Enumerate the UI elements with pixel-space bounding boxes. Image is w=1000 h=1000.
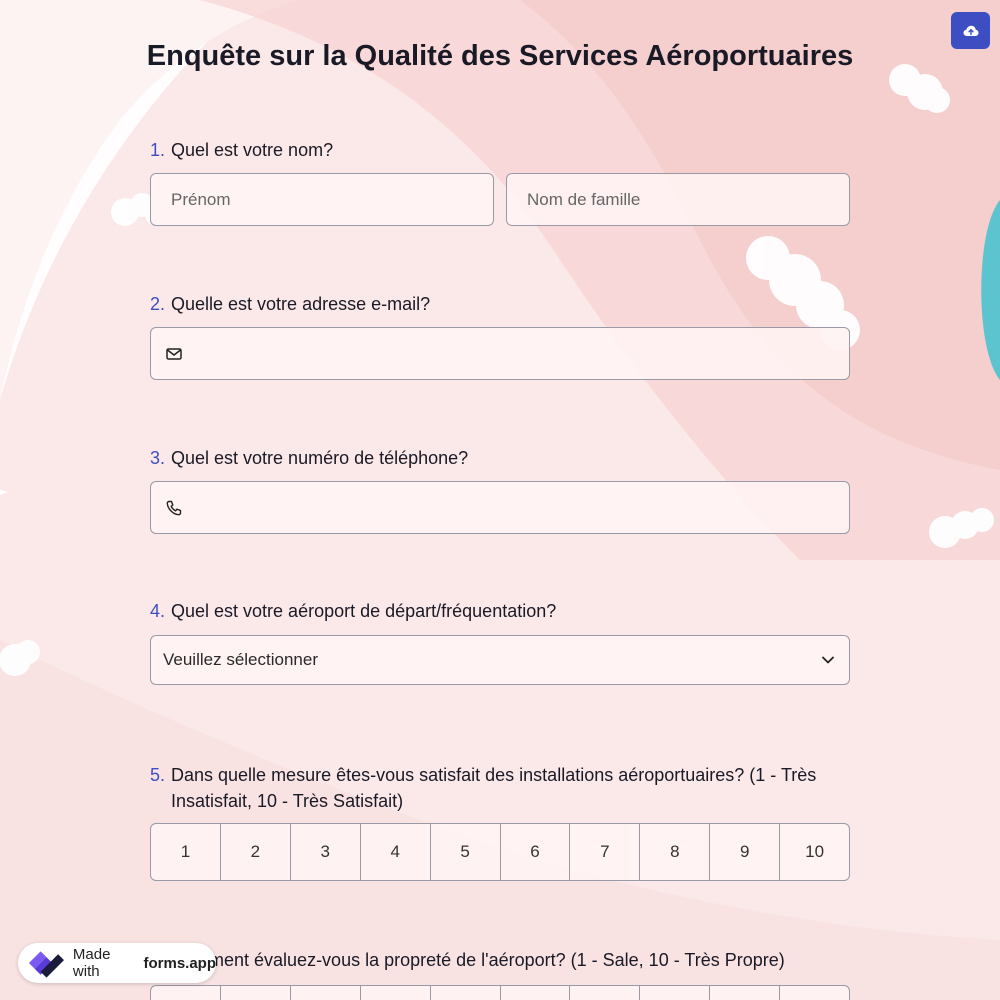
question-number: 3. xyxy=(150,448,166,468)
question-3: 3. Quel est votre numéro de téléphone? xyxy=(150,445,850,471)
airport-select[interactable]: Veuillez sélectionner xyxy=(150,635,850,685)
phone-icon xyxy=(166,500,182,516)
scale-option[interactable] xyxy=(291,986,361,1000)
scale-option[interactable]: 7 xyxy=(570,824,641,880)
email-field[interactable] xyxy=(150,327,850,380)
question-text: Quel est votre numéro de téléphone? xyxy=(171,448,469,468)
first-name-input[interactable] xyxy=(151,174,493,225)
scale-option[interactable]: 2 xyxy=(221,824,291,880)
scale-option[interactable] xyxy=(221,986,291,1000)
cleanliness-scale xyxy=(150,985,850,1000)
question-5-label: 5. Dans quelle mesure êtes-vous satisfai… xyxy=(150,762,850,814)
envelope-icon xyxy=(166,348,182,360)
question-text: Dans quelle mesure êtes-vous satisfait d… xyxy=(171,765,817,811)
select-value: Veuillez sélectionner xyxy=(163,650,318,669)
scale-option[interactable] xyxy=(361,986,431,1000)
scale-option[interactable]: 1 xyxy=(151,824,221,880)
scale-option[interactable]: 3 xyxy=(291,824,361,880)
phone-input[interactable] xyxy=(151,482,849,533)
question-text: Comment évaluez-vous la propreté de l'aé… xyxy=(171,950,785,970)
scale-option[interactable] xyxy=(780,986,849,1000)
question-3-label: 3. Quel est votre numéro de téléphone? xyxy=(150,445,850,471)
scale-option[interactable]: 8 xyxy=(640,824,711,880)
question-text: Quel est votre aéroport de départ/fréque… xyxy=(171,601,557,621)
last-name-input[interactable] xyxy=(507,174,849,225)
question-2: 2. Quelle est votre adresse e-mail? xyxy=(150,291,850,317)
cloud-upload-icon xyxy=(963,25,978,36)
satisfaction-scale: 1 2 3 4 5 6 7 8 9 10 xyxy=(150,823,850,881)
question-number: 1. xyxy=(150,140,166,160)
scale-option[interactable]: 5 xyxy=(431,824,501,880)
question-text: Quelle est votre adresse e-mail? xyxy=(171,294,431,314)
scale-option[interactable]: 10 xyxy=(780,824,849,880)
scale-option[interactable] xyxy=(640,986,711,1000)
question-6: 6. Comment évaluez-vous la propreté de l… xyxy=(150,947,850,973)
scale-option[interactable] xyxy=(501,986,571,1000)
scale-option[interactable] xyxy=(431,986,501,1000)
badge-prefix: Made with xyxy=(72,946,111,980)
upload-button[interactable] xyxy=(951,12,990,49)
scale-option[interactable]: 6 xyxy=(501,824,571,880)
question-1-label: 1. Quel est votre nom? xyxy=(150,137,850,163)
question-2-label: 2. Quelle est votre adresse e-mail? xyxy=(150,291,850,317)
question-4: 4. Quel est votre aéroport de départ/fré… xyxy=(150,598,850,624)
question-1: 1. Quel est votre nom? xyxy=(150,137,850,163)
question-5: 5. Dans quelle mesure êtes-vous satisfai… xyxy=(150,762,850,814)
first-name-field[interactable] xyxy=(150,173,494,226)
scale-option[interactable]: 4 xyxy=(361,824,431,880)
email-input[interactable] xyxy=(151,328,849,379)
scale-option[interactable] xyxy=(151,986,221,1000)
scale-option[interactable]: 9 xyxy=(710,824,781,880)
scale-option[interactable] xyxy=(710,986,781,1000)
question-4-label: 4. Quel est votre aéroport de départ/fré… xyxy=(150,598,850,624)
badge-brand: forms.app xyxy=(143,954,216,972)
forms-app-logo-icon xyxy=(28,951,64,978)
question-6-label: 6. Comment évaluez-vous la propreté de l… xyxy=(150,947,850,973)
question-number: 5. xyxy=(150,765,166,785)
chevron-down-icon xyxy=(822,656,834,664)
page-title: Enquête sur la Qualité des Services Aéro… xyxy=(146,40,854,72)
made-with-badge[interactable]: Made with forms.app xyxy=(18,943,216,983)
question-text: Quel est votre nom? xyxy=(171,140,334,160)
last-name-field[interactable] xyxy=(506,173,850,226)
phone-field[interactable] xyxy=(150,481,850,534)
question-number: 4. xyxy=(150,601,166,621)
scale-option[interactable] xyxy=(570,986,641,1000)
question-number: 2. xyxy=(150,294,166,314)
